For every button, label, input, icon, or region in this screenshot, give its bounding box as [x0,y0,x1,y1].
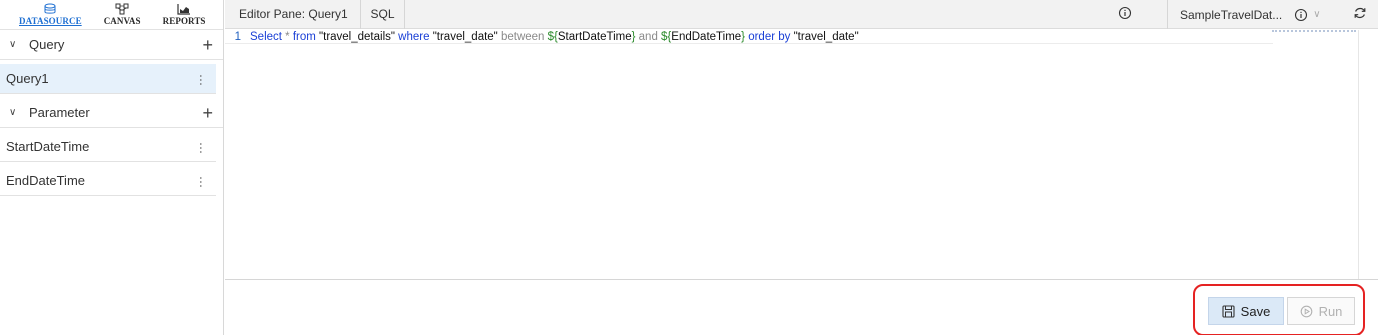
sql-code[interactable]: Select * from "travel_details" where "tr… [250,31,859,43]
query-section-header[interactable]: ∨ Query + [0,30,223,60]
save-icon [1222,304,1235,318]
database-icon [44,3,56,14]
parameter-item-enddatetime[interactable]: EndDateTime ⋯ [0,166,216,196]
add-parameter-icon[interactable]: + [202,104,213,122]
parameter-item-label: EndDateTime [6,173,85,188]
chevron-down-icon[interactable]: ∨ [9,39,23,50]
canvas-icon [115,3,129,15]
add-query-icon[interactable]: + [202,36,213,54]
code-line[interactable]: 1 Select * from "travel_details" where "… [225,30,1273,44]
sql-token: "travel_date" [793,30,859,43]
sql-editor[interactable]: 1 Select * from "travel_details" where "… [225,30,1358,279]
chart-icon [177,4,191,15]
query-item[interactable]: Query1 ⋯ [0,64,216,94]
more-options-icon[interactable]: ⋯ [194,74,208,84]
sql-token: between [500,30,545,43]
run-button-label: Run [1318,303,1343,319]
info-icon[interactable] [1294,8,1308,22]
nav-reports[interactable]: REPORTS [163,3,206,29]
sql-token: Select [250,30,282,43]
left-sidebar: DATASOURCE CANVAS REPORTS ∨ Query + Quer… [0,0,224,335]
play-icon [1300,305,1312,317]
vertical-scrollbar[interactable] [1358,30,1359,279]
nav-datasource-label: DATASOURCE [19,16,82,26]
sql-token: EndDateTime [671,30,742,43]
query-item-label: Query1 [6,71,49,86]
tab-editor-pane[interactable]: Editor Pane: Query1 [225,0,361,29]
sql-token: ${ [661,30,672,43]
parameter-item-startdatetime[interactable]: StartDateTime ⋯ [0,132,216,162]
action-bar: Save Run [225,279,1378,335]
sql-token: "travel_date" [429,30,501,43]
nav-reports-label: REPORTS [162,16,206,26]
parameter-section-header[interactable]: ∨ Parameter + [0,98,223,128]
sql-token: where [398,30,430,43]
sql-token: from [292,30,316,43]
run-button[interactable]: Run [1287,297,1355,325]
more-options-icon[interactable]: ⋯ [194,176,208,186]
tab-sql[interactable]: SQL [361,0,405,29]
sql-token: and [635,30,662,43]
sql-token: StartDateTime [557,30,632,43]
nav-canvas[interactable]: CANVAS [104,3,141,29]
parameter-section-title: Parameter [29,105,90,120]
query-section-title: Query [29,37,65,52]
chevron-down-icon[interactable]: ∨ [9,107,23,118]
save-button-label: Save [1240,303,1271,319]
sql-token: "travel_details" [315,30,399,43]
datasource-name: SampleTravelDat... [1180,7,1283,22]
info-icon[interactable] [1118,6,1132,20]
sql-token: ${ [544,30,558,43]
datasource-select[interactable]: SampleTravelDat... ∨ [1167,0,1346,29]
editor-minimap[interactable] [1272,30,1356,33]
line-number: 1 [234,30,241,43]
nav-datasource[interactable]: DATASOURCE [19,3,82,29]
more-options-icon[interactable]: ⋯ [194,142,208,152]
editor-toolbar: Editor Pane: Query1 SQL SampleTravelDat.… [225,0,1378,29]
refresh-icon[interactable] [1353,6,1367,20]
chevron-down-icon[interactable]: ∨ [1313,9,1320,20]
sql-token: order by [745,30,794,43]
parameter-item-label: StartDateTime [6,139,90,154]
nav-canvas-label: CANVAS [103,16,141,26]
sql-token: * [281,30,293,43]
top-nav: DATASOURCE CANVAS REPORTS [0,0,223,30]
save-button[interactable]: Save [1208,297,1284,325]
